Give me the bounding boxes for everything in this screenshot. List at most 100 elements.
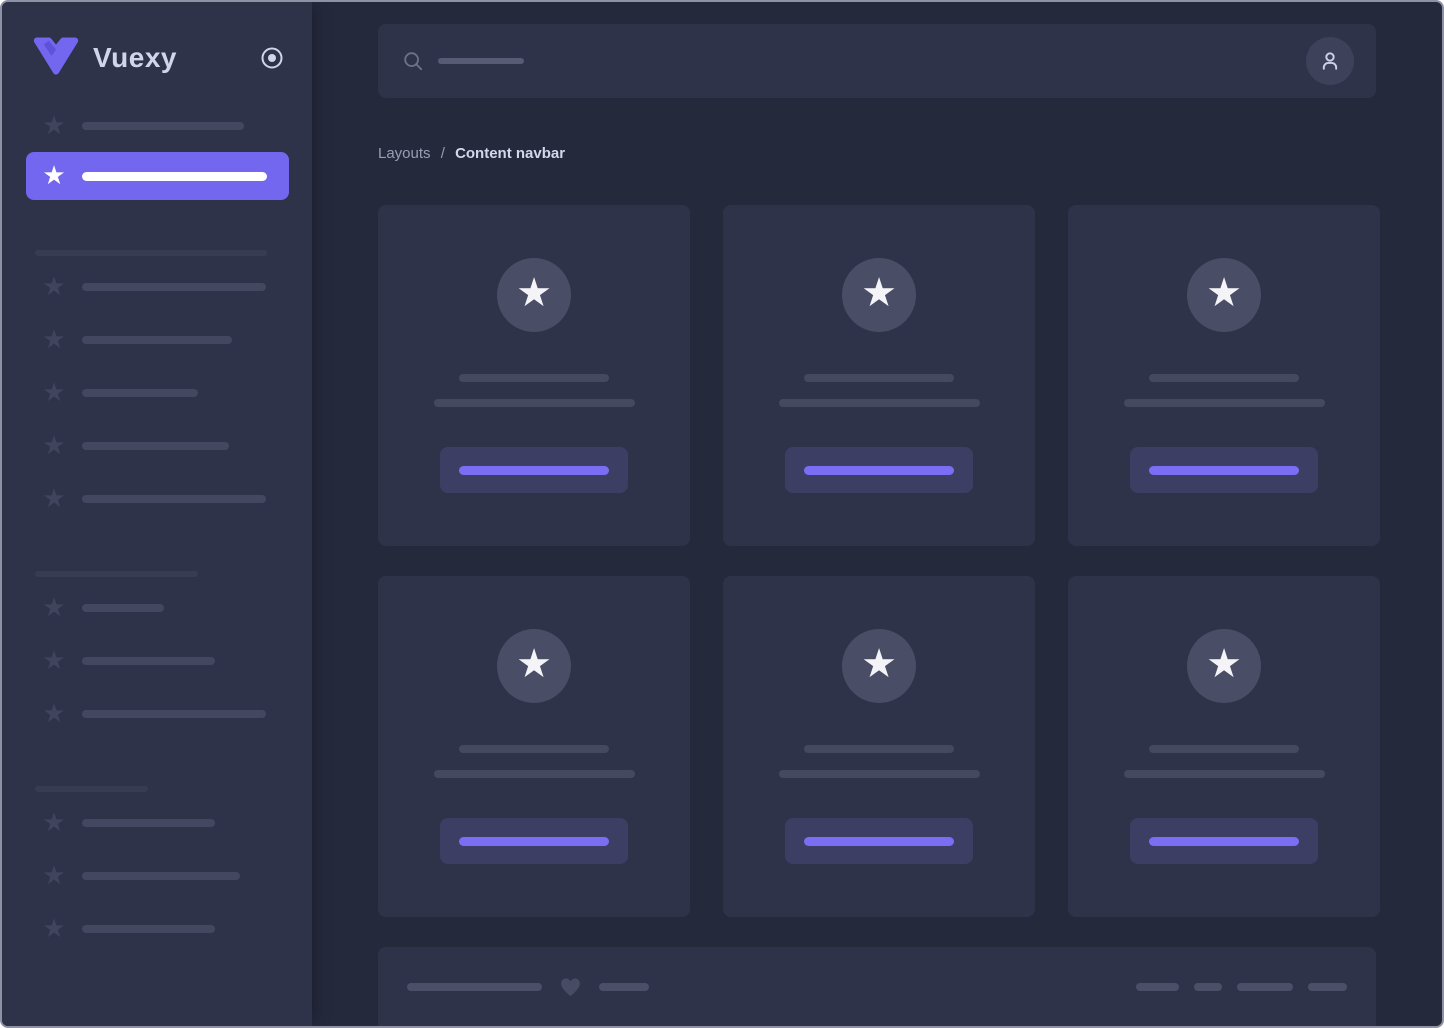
button-label-skeleton [804, 837, 954, 846]
sidebar-item[interactable]: ★ [42, 487, 288, 511]
feature-card: ★ [1068, 205, 1380, 546]
card-avatar: ★ [842, 258, 916, 332]
search-placeholder-skeleton [438, 58, 524, 64]
footer-text-skeleton [407, 983, 542, 991]
menu-label-skeleton [82, 819, 215, 827]
brand-title: Vuexy [93, 42, 177, 74]
card-action-button[interactable] [1130, 447, 1318, 493]
sidebar-item[interactable]: ★ [42, 811, 288, 835]
button-label-skeleton [1149, 837, 1299, 846]
card-text-skeleton [804, 374, 954, 382]
card-text-skeleton [1149, 745, 1299, 753]
star-icon: ★ [42, 864, 66, 888]
menu-label-skeleton [82, 657, 215, 665]
star-icon: ★ [42, 487, 66, 511]
card-text-skeleton [1124, 770, 1325, 778]
sidebar-item[interactable]: ★ [42, 434, 288, 458]
card-text-skeleton [779, 399, 980, 407]
button-label-skeleton [459, 837, 609, 846]
sidebar-item[interactable]: ★ [42, 328, 288, 352]
star-icon: ★ [42, 275, 66, 299]
top-navbar [378, 24, 1376, 98]
star-icon: ★ [42, 702, 66, 726]
footer [378, 947, 1376, 1028]
menu-label-skeleton [82, 872, 240, 880]
feature-card: ★ [378, 205, 690, 546]
footer-link-skeleton[interactable] [1136, 983, 1179, 991]
star-icon: ★ [516, 627, 552, 701]
menu-label-skeleton [82, 442, 229, 450]
card-text-skeleton [459, 374, 609, 382]
card-avatar: ★ [842, 629, 916, 703]
nav-pin-toggle-icon[interactable] [260, 46, 284, 70]
sidebar-nav: ★ ★ ★ ★ ★ ★ ★ ★ ★ ★ ★ ★ ★ [2, 114, 312, 941]
menu-label-skeleton [82, 710, 266, 718]
sidebar: Vuexy ★ ★ ★ ★ ★ ★ ★ ★ ★ ★ ★ ★ ★ [2, 2, 312, 1026]
card-grid: ★ ★ ★ ★ ★ ★ [378, 205, 1376, 917]
card-text-skeleton [434, 399, 635, 407]
card-action-button[interactable] [440, 818, 628, 864]
card-action-button[interactable] [440, 447, 628, 493]
card-avatar: ★ [1187, 258, 1261, 332]
star-icon: ★ [1206, 256, 1242, 330]
breadcrumb-current: Content navbar [455, 145, 565, 162]
sidebar-item[interactable]: ★ [42, 917, 288, 941]
sidebar-item[interactable]: ★ [42, 702, 288, 726]
star-icon: ★ [861, 627, 897, 701]
footer-row [407, 975, 1347, 999]
card-text-skeleton [779, 770, 980, 778]
star-icon: ★ [1206, 627, 1242, 701]
star-icon: ★ [42, 596, 66, 620]
footer-text-skeleton [599, 983, 649, 991]
card-action-button[interactable] [1130, 818, 1318, 864]
button-label-skeleton [804, 466, 954, 475]
brand: Vuexy [32, 37, 177, 80]
footer-link-skeleton[interactable] [1194, 983, 1222, 991]
vuexy-logo-icon [32, 37, 80, 80]
main-content: Layouts / Content navbar ★ ★ ★ ★ ★ ★ [312, 2, 1442, 1026]
feature-card: ★ [378, 576, 690, 917]
star-icon: ★ [42, 434, 66, 458]
menu-label-skeleton [82, 336, 232, 344]
search-icon[interactable] [402, 50, 424, 72]
menu-label-skeleton [82, 122, 244, 130]
sidebar-item[interactable]: ★ [42, 864, 288, 888]
feature-card: ★ [723, 576, 1035, 917]
menu-label-skeleton [82, 495, 266, 503]
sidebar-item[interactable]: ★ [42, 114, 288, 138]
star-icon: ★ [42, 114, 66, 138]
sidebar-item-active[interactable]: ★ [26, 152, 289, 200]
sidebar-header: Vuexy [2, 2, 312, 114]
menu-label-skeleton [82, 925, 215, 933]
card-avatar: ★ [497, 258, 571, 332]
footer-link-skeleton[interactable] [1308, 983, 1347, 991]
footer-link-skeleton[interactable] [1237, 983, 1293, 991]
user-icon [1317, 48, 1343, 74]
app-window: Vuexy ★ ★ ★ ★ ★ ★ ★ ★ ★ ★ ★ ★ ★ [0, 0, 1444, 1028]
breadcrumb-parent[interactable]: Layouts [378, 145, 431, 162]
feature-card: ★ [1068, 576, 1380, 917]
breadcrumb: Layouts / Content navbar [378, 145, 1376, 162]
sidebar-item[interactable]: ★ [42, 596, 288, 620]
footer-left-group [407, 975, 649, 999]
sidebar-section-divider [35, 571, 198, 577]
menu-label-skeleton [82, 604, 164, 612]
card-text-skeleton [804, 745, 954, 753]
heart-icon [558, 975, 583, 999]
card-text-skeleton [459, 745, 609, 753]
sidebar-item[interactable]: ★ [42, 649, 288, 673]
sidebar-item[interactable]: ★ [42, 275, 288, 299]
card-action-button[interactable] [785, 818, 973, 864]
star-icon: ★ [42, 381, 66, 405]
card-avatar: ★ [497, 629, 571, 703]
sidebar-item[interactable]: ★ [42, 381, 288, 405]
sidebar-section-divider [35, 250, 267, 256]
star-icon: ★ [42, 164, 66, 188]
card-action-button[interactable] [785, 447, 973, 493]
menu-label-skeleton [82, 389, 198, 397]
card-text-skeleton [1124, 399, 1325, 407]
star-icon: ★ [861, 256, 897, 330]
user-avatar-button[interactable] [1306, 37, 1354, 85]
breadcrumb-separator: / [441, 145, 445, 162]
star-icon: ★ [42, 328, 66, 352]
